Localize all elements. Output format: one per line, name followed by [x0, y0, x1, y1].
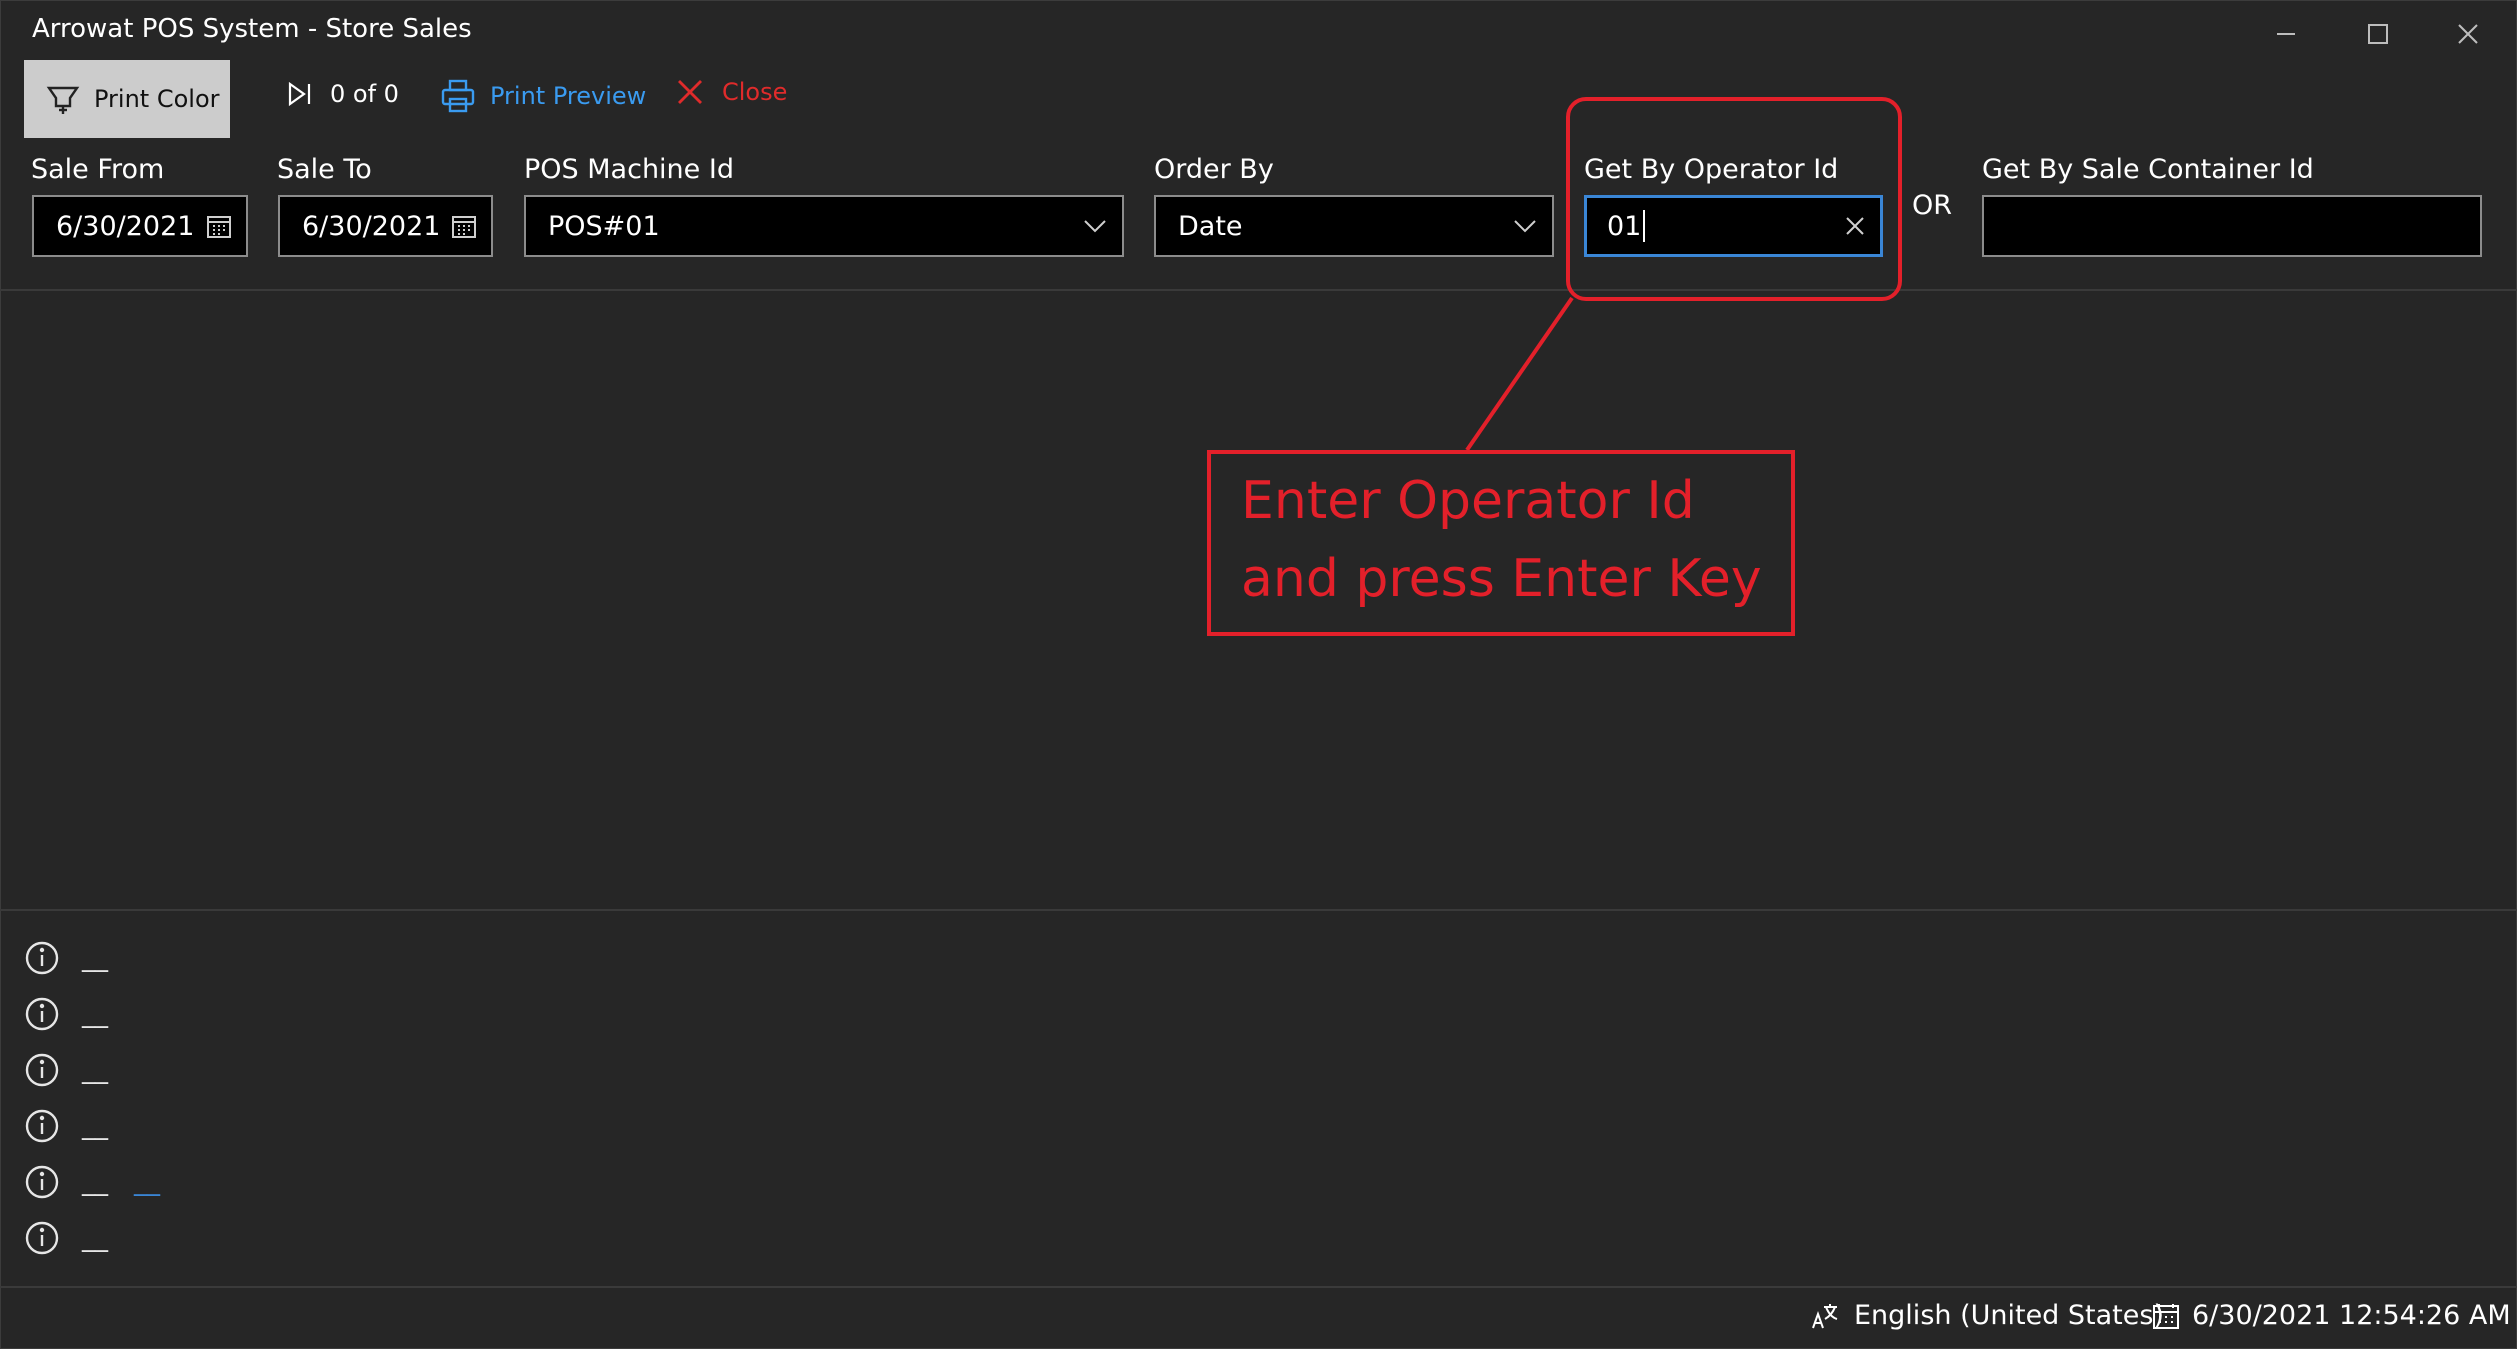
- info-link[interactable]: __: [134, 1167, 160, 1197]
- record-counter: 0 of 0: [330, 80, 399, 108]
- content-divider: [0, 909, 2517, 911]
- print-color-button[interactable]: Print Color: [24, 60, 230, 138]
- sale-container-label: Get By Sale Container Id: [1982, 154, 2314, 185]
- sale-to-value: 6/30/2021: [302, 210, 441, 242]
- print-preview-button[interactable]: Print Preview: [440, 78, 646, 114]
- window-title: Arrowat POS System - Store Sales: [32, 14, 472, 44]
- order-by-label: Order By: [1154, 154, 1274, 185]
- sale-from-label: Sale From: [31, 154, 165, 185]
- order-by-value: Date: [1178, 210, 1243, 242]
- maximize-button[interactable]: [2354, 14, 2402, 54]
- language-label: English (United States): [1854, 1300, 2164, 1331]
- sale-to-label: Sale To: [277, 154, 372, 185]
- record-navigator[interactable]: 0 of 0: [286, 80, 399, 108]
- info-icon: [25, 1165, 59, 1199]
- annotation-line-2: and press Enter Key: [1241, 549, 1762, 609]
- sale-from-date-picker[interactable]: 6/30/2021: [32, 195, 248, 257]
- close-x-icon: [678, 80, 702, 104]
- pos-machine-dropdown[interactable]: POS#01: [524, 195, 1124, 257]
- info-row: __ __: [24, 1162, 160, 1202]
- annotation-line-1: Enter Operator Id: [1241, 471, 1695, 531]
- calendar-icon: [2153, 1303, 2179, 1329]
- info-text: __: [82, 1055, 108, 1085]
- minimize-button[interactable]: [2262, 14, 2310, 54]
- maximize-icon: [2368, 24, 2388, 44]
- language-indicator[interactable]: English (United States): [1810, 1300, 2164, 1331]
- printer-icon: [441, 79, 475, 113]
- chevron-down-icon: [1084, 220, 1106, 233]
- or-separator: OR: [1912, 190, 1953, 221]
- info-row: __: [24, 1218, 108, 1258]
- info-icon: [25, 941, 59, 975]
- printer-color-icon: [46, 86, 80, 114]
- info-row: __: [24, 1050, 108, 1090]
- calendar-icon: [207, 216, 231, 238]
- header-divider: [0, 289, 2517, 291]
- info-icon: [25, 997, 59, 1031]
- datetime-label: 6/30/2021 12:54:26 AM: [2192, 1300, 2511, 1331]
- info-text: __: [82, 1111, 108, 1141]
- info-text: __: [82, 1223, 108, 1253]
- info-text: __: [82, 1167, 108, 1197]
- info-row: __: [24, 1106, 108, 1146]
- print-preview-label: Print Preview: [490, 82, 647, 110]
- info-icon: [25, 1053, 59, 1087]
- close-button[interactable]: Close: [676, 78, 787, 106]
- close-label: Close: [722, 78, 788, 106]
- info-icon: [25, 1109, 59, 1143]
- status-bar-divider: [0, 1286, 2517, 1288]
- sale-from-value: 6/30/2021: [56, 210, 195, 242]
- datetime-indicator: 6/30/2021 12:54:26 AM: [2152, 1300, 2511, 1331]
- order-by-dropdown[interactable]: Date: [1154, 195, 1554, 257]
- sale-to-date-picker[interactable]: 6/30/2021: [278, 195, 493, 257]
- close-icon: [2458, 24, 2478, 44]
- language-icon: [1812, 1303, 1838, 1328]
- close-window-button[interactable]: [2444, 14, 2492, 54]
- annotation-highlight-frame: [1566, 97, 1902, 301]
- sale-container-id-input[interactable]: [1982, 195, 2482, 257]
- info-icon: [25, 1221, 59, 1255]
- print-color-label: Print Color: [94, 85, 220, 113]
- info-text: __: [82, 999, 108, 1029]
- info-text: __: [82, 943, 108, 973]
- annotation-callout: Enter Operator Id and press Enter Key: [1207, 450, 1795, 636]
- chevron-down-icon: [1514, 220, 1536, 233]
- calendar-icon: [452, 216, 476, 238]
- minimize-icon: [2277, 33, 2295, 35]
- pos-machine-value: POS#01: [548, 210, 660, 242]
- info-row: __: [24, 938, 108, 978]
- skip-next-icon: [288, 81, 311, 107]
- info-row: __: [24, 994, 108, 1034]
- pos-machine-label: POS Machine Id: [524, 154, 734, 185]
